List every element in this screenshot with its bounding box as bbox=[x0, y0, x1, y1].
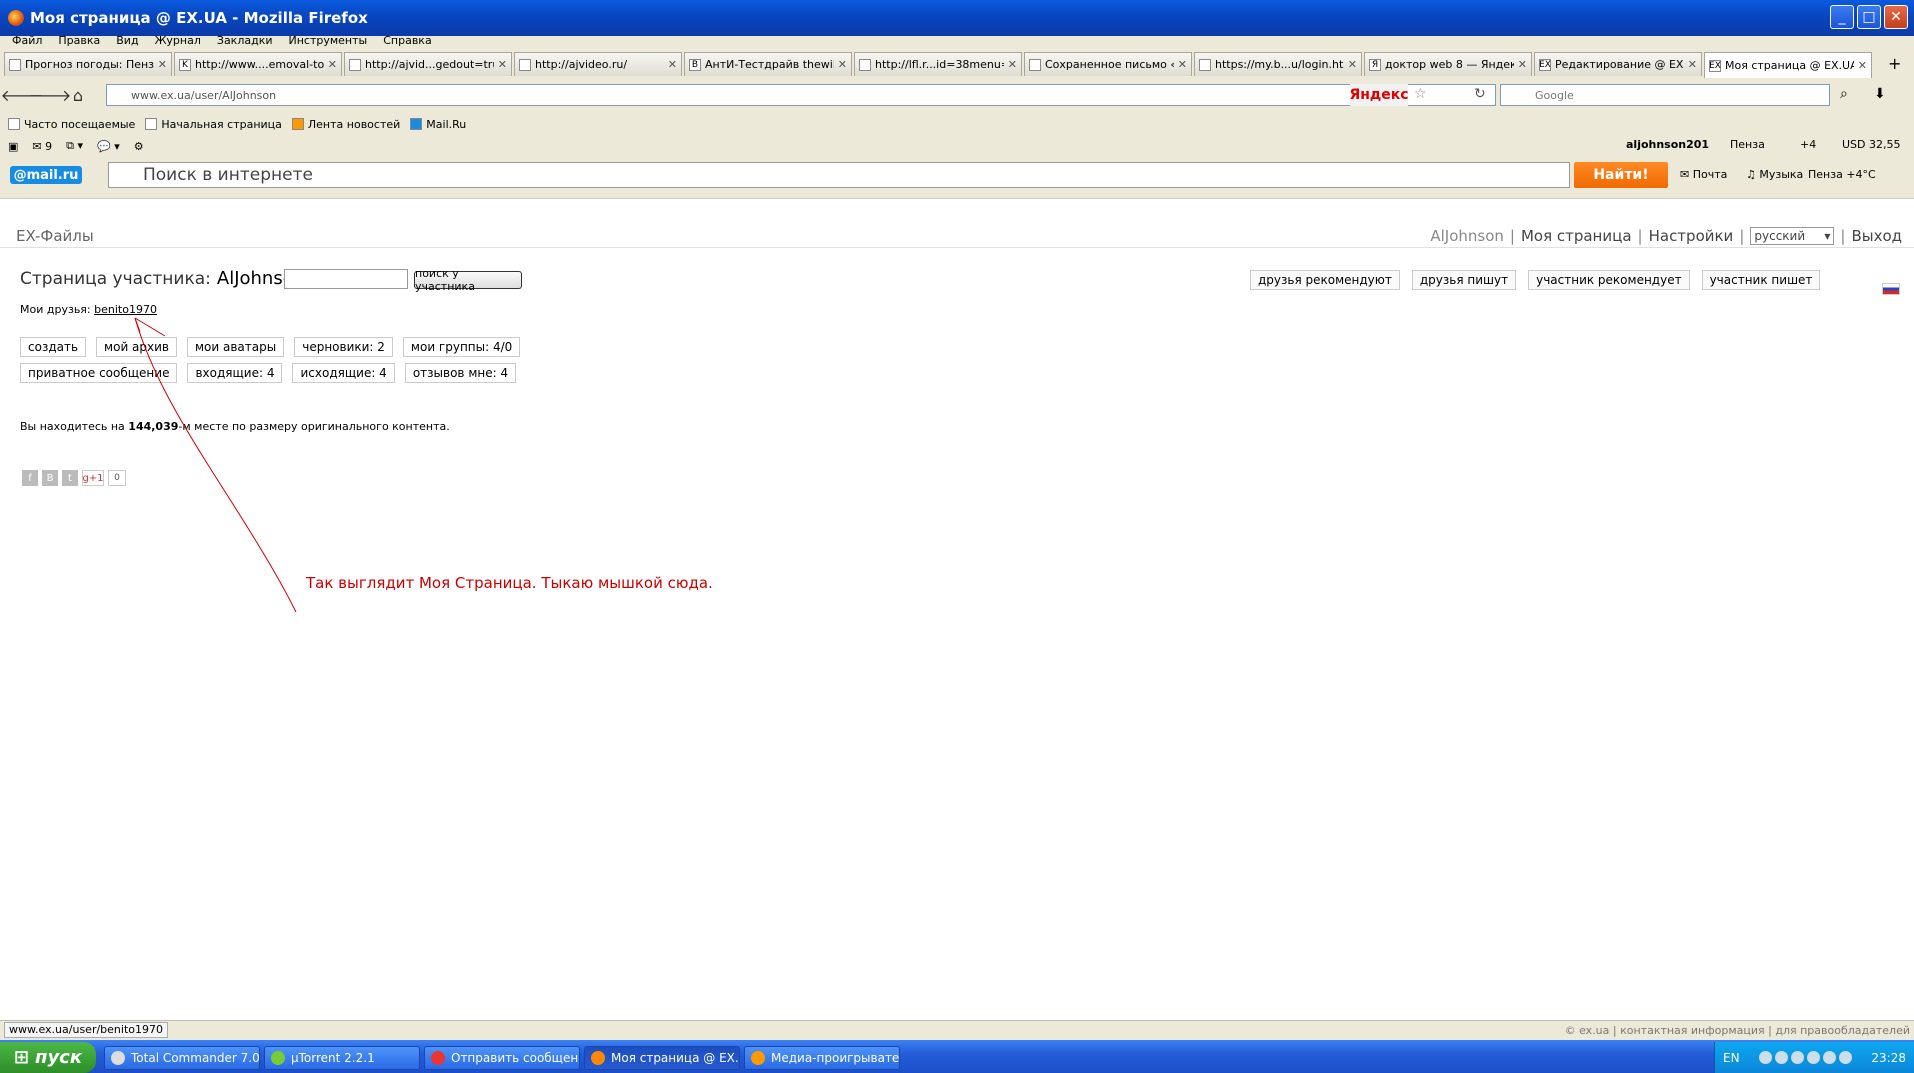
language-indicator[interactable]: EN bbox=[1723, 1051, 1740, 1065]
tray-icons bbox=[1758, 1051, 1852, 1064]
firefox-icon bbox=[591, 1051, 605, 1065]
tray-icon[interactable] bbox=[1806, 1051, 1820, 1064]
tray-icon[interactable] bbox=[1758, 1051, 1772, 1064]
tray-icon[interactable] bbox=[1790, 1051, 1804, 1064]
system-tray: EN 23:28 bbox=[1714, 1042, 1914, 1073]
tray-icon[interactable] bbox=[1838, 1051, 1852, 1064]
utorrent-icon bbox=[271, 1051, 285, 1065]
taskbar-total-commander[interactable]: Total Commander 7.0... bbox=[104, 1046, 260, 1070]
annotation-text: Так выглядит Моя Страница. Тыкаю мышкой … bbox=[306, 574, 713, 592]
vlc-icon bbox=[751, 1051, 765, 1065]
taskbar-opera[interactable]: Отправить сообщен... bbox=[424, 1046, 580, 1070]
taskbar-buttons: Total Commander 7.0... µTorrent 2.2.1 От… bbox=[104, 1046, 900, 1070]
start-button[interactable]: ⊞ пуск bbox=[0, 1042, 96, 1073]
opera-icon bbox=[431, 1051, 445, 1065]
windows-logo-icon: ⊞ bbox=[13, 1047, 30, 1068]
annotation-arrow bbox=[134, 317, 297, 613]
footer-links[interactable]: © ex.ua | контактная информация | для пр… bbox=[1565, 1024, 1910, 1037]
clock: 23:28 bbox=[1871, 1050, 1906, 1065]
taskbar-utorrent[interactable]: µTorrent 2.2.1 bbox=[264, 1046, 420, 1070]
taskbar-media-player[interactable]: Медиа-проигрывате... bbox=[744, 1046, 900, 1070]
tray-icon[interactable] bbox=[1774, 1051, 1788, 1064]
status-url: www.ex.ua/user/benito1970 bbox=[4, 1022, 168, 1038]
taskbar-firefox[interactable]: Моя страница @ EX.... bbox=[584, 1046, 740, 1070]
total-commander-icon bbox=[111, 1051, 125, 1065]
tray-icon[interactable] bbox=[1822, 1051, 1836, 1064]
